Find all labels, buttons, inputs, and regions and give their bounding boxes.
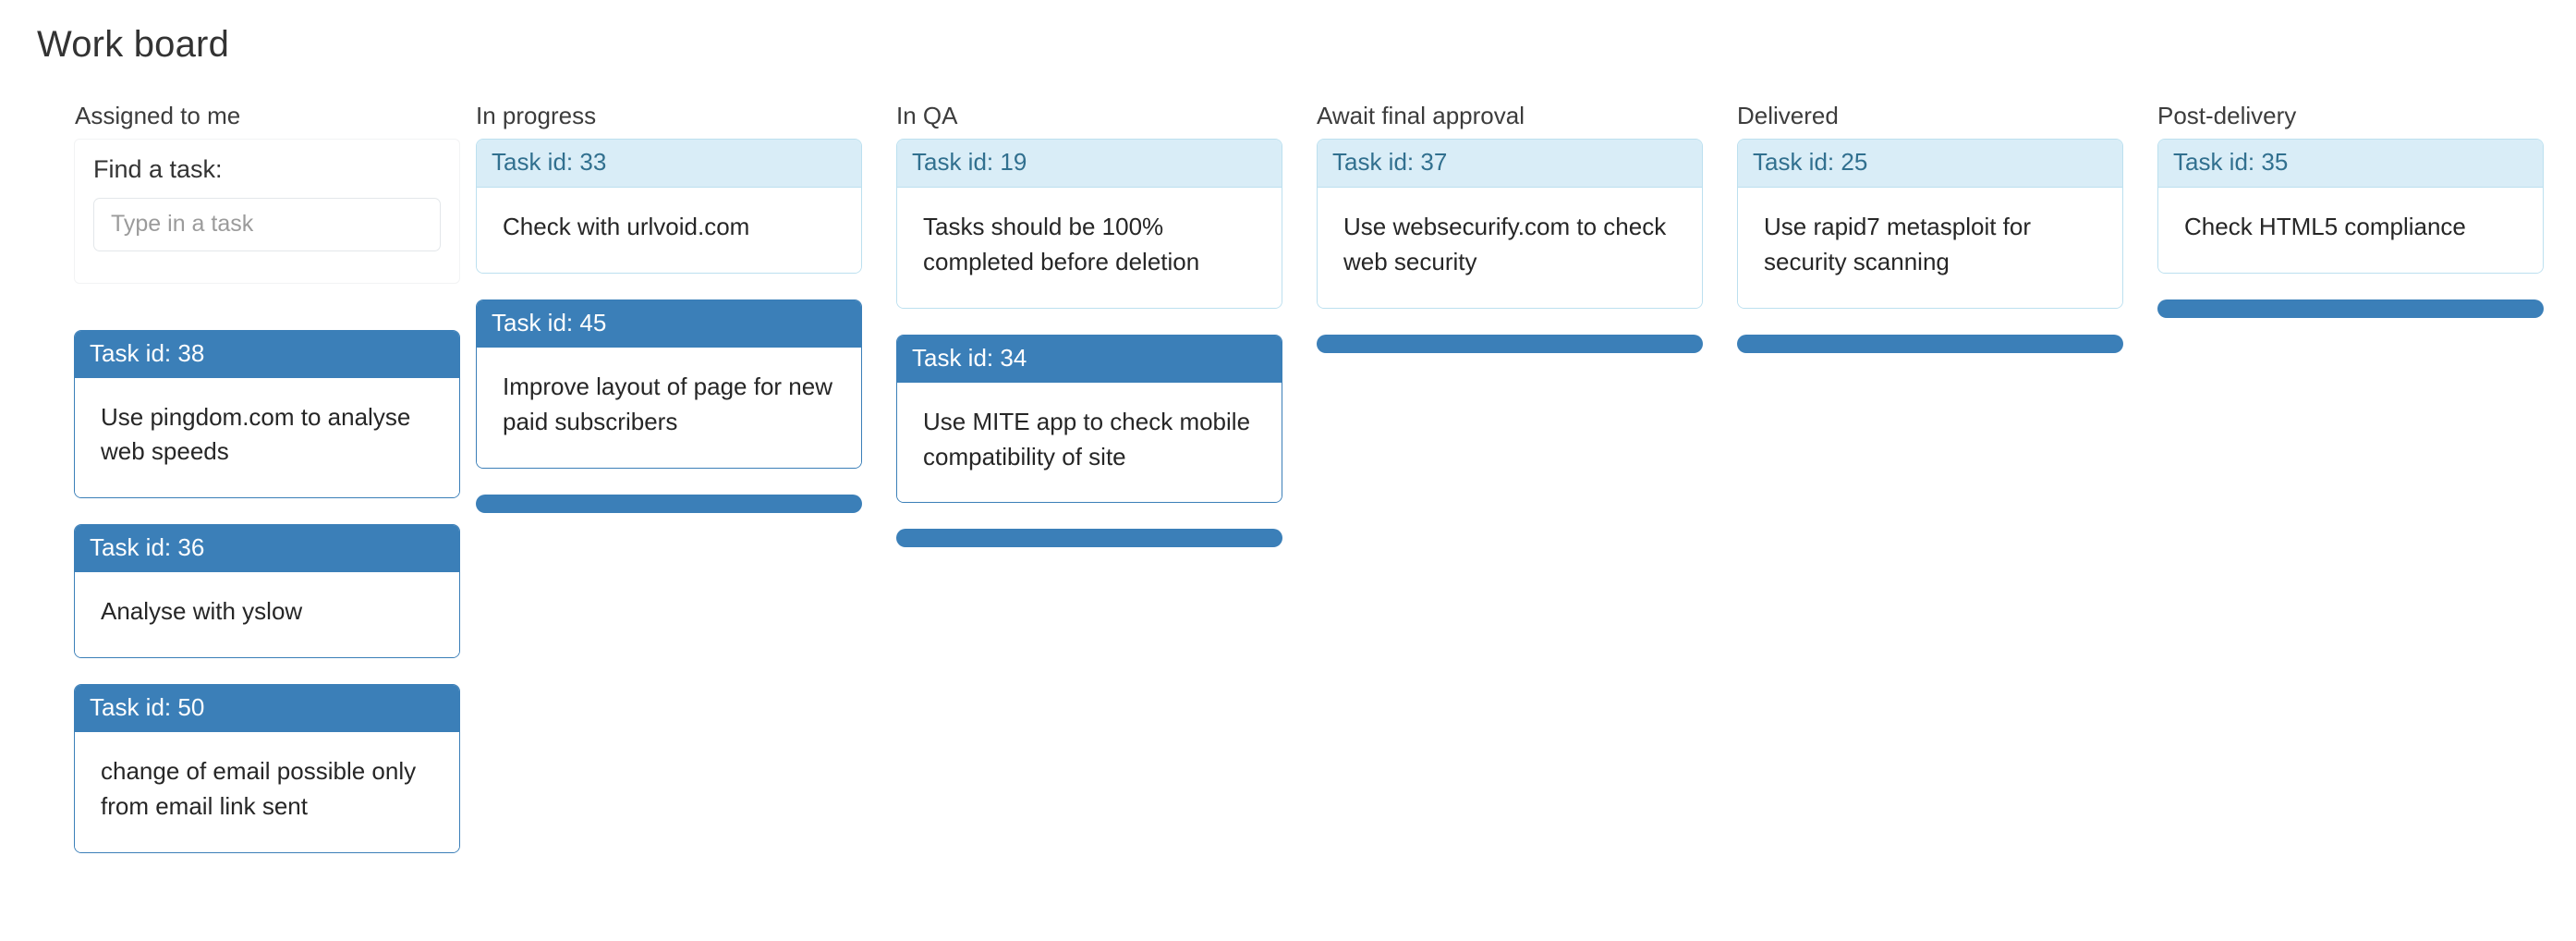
task-card-id: Task id: 25 <box>1738 140 2122 189</box>
drop-target-bar-in-progress[interactable] <box>476 494 862 513</box>
task-card-id: Task id: 37 <box>1318 140 1702 189</box>
work-board-page: Work board Assigned to me Find a task: Tas… <box>0 0 2576 941</box>
task-card-text: Improve layout of page for new paid subs… <box>477 348 861 468</box>
task-card-id: Task id: 33 <box>477 140 861 189</box>
card-list-in-qa: Task id: 19 Tasks should be 100% complete… <box>896 139 1282 504</box>
board-column-in-progress: In progress Task id: 33 Check with urlvoid… <box>476 102 862 513</box>
task-card-id: Task id: 50 <box>75 685 459 733</box>
task-card-text: Tasks should be 100% completed before de… <box>897 188 1282 308</box>
task-card-text: Analyse with yslow <box>75 572 459 658</box>
task-card-id: Task id: 19 <box>897 140 1282 189</box>
task-search-panel: Find a task: <box>74 139 460 284</box>
board-column-assigned-to-me: Assigned to me Find a task: Task id: 38Use… <box>55 102 460 879</box>
column-spacer <box>55 284 442 330</box>
drop-target-bar-await-final-approval[interactable] <box>1317 334 1703 353</box>
task-card-text: Use MITE app to check mobile compatibili… <box>897 382 1282 503</box>
task-card-text: Check HTML5 compliance <box>2158 188 2543 274</box>
page-title: Work board <box>37 24 230 65</box>
search-input[interactable] <box>93 197 441 251</box>
task-card-id: Task id: 45 <box>477 300 861 348</box>
task-card[interactable]: Task id: 34 Use MITE app to check mobile … <box>896 334 1282 504</box>
column-title-in-qa: In QA <box>896 102 958 129</box>
task-card[interactable]: Task id: 38 Use pingdom.com to analyse we… <box>74 329 460 499</box>
task-card[interactable]: Task id: 35 Check HTML5 compliance <box>2157 139 2544 275</box>
board-column-post-delivery: Post-delivery Task id: 35 Check HTML5 comp… <box>2157 102 2544 319</box>
board-column-in-qa: In QA Task id: 19 Tasks should be 100% com… <box>896 102 1282 548</box>
drop-target-bar-in-qa[interactable] <box>896 529 1282 548</box>
task-card-id: Task id: 38 <box>75 330 459 378</box>
card-list-delivered: Task id: 25 Use rapid7 metasploit for sec… <box>1737 139 2123 309</box>
board-column-delivered: Delivered Task id: 25 Use rapid7 metasploi… <box>1737 102 2123 353</box>
task-card-text: Use pingdom.com to analyse web speeds <box>75 377 459 498</box>
column-title-await-final-approval: Await final approval <box>1317 102 1525 129</box>
task-card-text: Use rapid7 metasploit for security scann… <box>1738 188 2122 308</box>
drop-target-bar-post-delivery[interactable] <box>2157 299 2544 319</box>
task-card-text: Check with urlvoid.com <box>477 188 861 274</box>
task-card[interactable]: Task id: 37 Use websecurify.com to check … <box>1317 139 1703 309</box>
task-card[interactable]: Task id: 50 change of email possible only… <box>74 684 460 853</box>
card-list-await-final-approval: Task id: 37 Use websecurify.com to check … <box>1317 139 1703 309</box>
task-card-id: Task id: 35 <box>2158 140 2543 189</box>
task-card-id: Task id: 34 <box>897 335 1282 383</box>
task-card[interactable]: Task id: 25 Use rapid7 metasploit for sec… <box>1737 139 2123 309</box>
search-label: Find a task: <box>93 155 223 184</box>
task-card[interactable]: Task id: 19 Tasks should be 100% complete… <box>896 139 1282 309</box>
drop-target-bar-delivered[interactable] <box>1737 334 2123 353</box>
card-list-assigned-to-me: Task id: 38 Use pingdom.com to analyse we… <box>74 329 460 853</box>
task-card[interactable]: Task id: 45 Improve layout of page for ne… <box>476 299 862 469</box>
column-title-assigned-to-me: Assigned to me <box>75 102 241 129</box>
column-title-post-delivery: Post-delivery <box>2157 102 2297 129</box>
card-list-post-delivery: Task id: 35 Check HTML5 compliance <box>2157 139 2544 275</box>
task-card[interactable]: Task id: 33 Check with urlvoid.com <box>476 139 862 275</box>
column-title-delivered: Delivered <box>1737 102 1839 129</box>
task-card-id: Task id: 36 <box>75 525 459 573</box>
board-column-await-final-approval: Await final approval Task id: 37 Use webse… <box>1317 102 1703 353</box>
card-list-in-progress: Task id: 33 Check with urlvoid.com Task id… <box>476 139 862 469</box>
kanban-board: Assigned to meFind a task:Task id: 38Use… <box>0 102 2576 879</box>
task-card-text: Use websecurify.com to check web securit… <box>1318 188 1702 308</box>
column-title-in-progress: In progress <box>476 102 597 129</box>
task-card-text: change of email possible only from email… <box>75 732 459 852</box>
task-card[interactable]: Task id: 36 Analyse with yslow <box>74 524 460 659</box>
